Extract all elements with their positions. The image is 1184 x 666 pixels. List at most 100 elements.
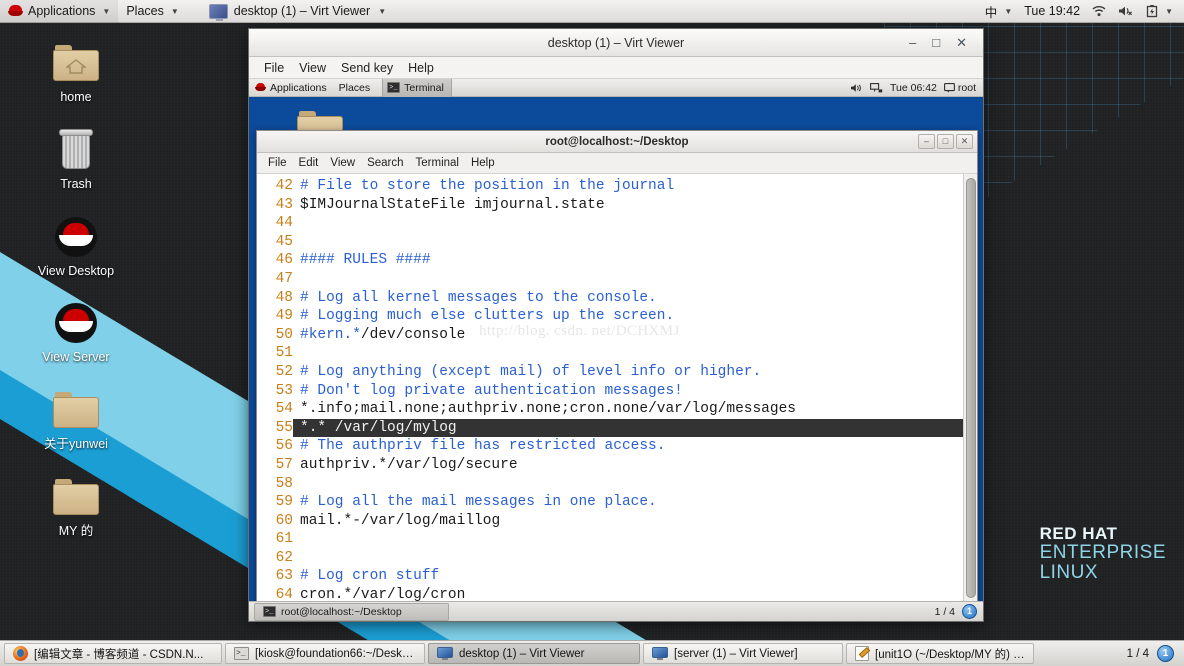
- vim-line-number: 43: [275, 196, 293, 213]
- maximize-button[interactable]: □: [937, 134, 954, 149]
- terminal-window-controls: – □ ✕: [918, 134, 977, 149]
- guest-task-label: Terminal: [404, 81, 444, 94]
- folder-icon: [20, 385, 132, 435]
- guest-clock[interactable]: Tue 06:42: [890, 82, 937, 94]
- home-folder-icon: [20, 38, 132, 88]
- menu-help[interactable]: Help: [401, 59, 441, 77]
- firefox-icon: [13, 646, 28, 661]
- virt-viewer-titlebar[interactable]: desktop (1) – Virt Viewer – □ ✕: [249, 29, 983, 57]
- vim-line-code: [300, 475, 963, 494]
- guest-desktop: root@localhost:~/Desktop – □ ✕ File Edit…: [249, 97, 983, 621]
- desktop-icon-label: Trash: [60, 177, 92, 191]
- vim-line-target: /var/log/cron: [352, 587, 466, 604]
- virt-viewer-window: desktop (1) – Virt Viewer – □ ✕ File Vie…: [248, 28, 984, 622]
- vim-line-number: 44: [275, 215, 293, 232]
- vim-line-code: [300, 233, 963, 252]
- workspace-badge[interactable]: 1: [1157, 645, 1174, 662]
- taskbar-item-firefox[interactable]: [编辑文章 - 博客频道 - CSDN.N...: [4, 643, 222, 664]
- vim-line-code: # The authpriv file has restricted acces…: [300, 438, 666, 455]
- terminal-menu-search[interactable]: Search: [361, 155, 409, 171]
- desktop-icon-my[interactable]: MY 的: [20, 472, 132, 539]
- brand-line-1: RED HAT: [1039, 523, 1118, 543]
- desktop-icon-view-desktop[interactable]: View Desktop: [20, 212, 132, 279]
- terminal-titlebar[interactable]: root@localhost:~/Desktop – □ ✕: [257, 131, 977, 153]
- chevron-down-icon: ▼: [102, 6, 111, 16]
- battery-icon[interactable]: ▼: [1141, 0, 1178, 23]
- vim-line: 43 $IMJournalStateFile imjournal.state: [261, 196, 963, 215]
- desktop-icon-trash[interactable]: Trash: [20, 125, 132, 192]
- vim-editor-buffer[interactable]: http://blog. csdn. net/DCHXMJ 42 # File t…: [257, 174, 963, 604]
- redhat-icon: [20, 212, 132, 262]
- user-chat-icon: [943, 82, 955, 93]
- input-method-indicator[interactable]: 中 ▼: [980, 0, 1017, 23]
- vim-line-code: authpriv.*/var/log/secure: [300, 456, 518, 473]
- desktop-icon-home[interactable]: home: [20, 38, 132, 105]
- terminal-menu-terminal[interactable]: Terminal: [410, 155, 465, 171]
- wifi-icon[interactable]: [1087, 0, 1111, 23]
- places-menu-label: Places: [126, 4, 164, 18]
- clock[interactable]: Tue 19:42: [1019, 0, 1085, 23]
- workspace-label: 1 / 4: [1126, 647, 1149, 660]
- terminal-menu-view[interactable]: View: [324, 155, 361, 171]
- guest-workspace-badge[interactable]: 1: [962, 604, 977, 619]
- close-button[interactable]: ✕: [956, 36, 967, 49]
- terminal-menu-help[interactable]: Help: [465, 155, 501, 171]
- terminal-menu-edit[interactable]: Edit: [293, 155, 325, 171]
- maximize-button[interactable]: □: [932, 36, 940, 49]
- vim-line: 42 # File to store the position in the jo…: [261, 177, 963, 196]
- places-menu[interactable]: Places ▼: [118, 0, 186, 23]
- vim-line: 63 # Log cron stuff: [261, 567, 963, 586]
- desktop-icon-view-server[interactable]: View Server: [20, 298, 132, 365]
- taskbar-item-server-virt-viewer[interactable]: [server (1) – Virt Viewer]: [643, 643, 843, 664]
- desktop-icon-yunwei[interactable]: 关于yunwei: [20, 385, 132, 452]
- guest-taskbar-item-terminal[interactable]: >_ root@localhost:~/Desktop: [254, 602, 449, 621]
- guest-places-menu[interactable]: Places: [333, 79, 377, 97]
- terminal-menu-file[interactable]: File: [262, 155, 293, 171]
- guest-volume-icon[interactable]: [850, 83, 863, 93]
- vim-line-number: 55: [261, 418, 293, 438]
- taskbar-item-desktop-virt-viewer[interactable]: desktop (1) – Virt Viewer: [428, 643, 640, 664]
- desktop-icon-label: MY 的: [58, 524, 94, 538]
- minimize-button[interactable]: –: [909, 36, 916, 49]
- vim-line: 64 cron.*/var/log/cron: [261, 586, 963, 604]
- guest-taskbar-item-label: root@localhost:~/Desktop: [281, 605, 402, 618]
- menu-view[interactable]: View: [292, 59, 333, 77]
- chevron-down-icon: ▼: [378, 6, 387, 16]
- taskbar-item-kiosk-terminal[interactable]: >_ [kiosk@foundation66:~/Desktop]: [225, 643, 425, 664]
- guest-window-task-terminal[interactable]: >_ Terminal: [382, 78, 452, 97]
- menu-file[interactable]: File: [257, 59, 291, 77]
- vim-line-number: 52: [275, 363, 293, 380]
- minimize-button[interactable]: –: [918, 134, 935, 149]
- vim-line-number: 57: [275, 456, 293, 473]
- vim-line-number: 64: [275, 587, 293, 604]
- scrollbar-thumb[interactable]: [966, 178, 976, 598]
- taskbar-item-gedit[interactable]: [unit1O (~/Desktop/MY 的) – ge...: [846, 643, 1034, 664]
- terminal-body[interactable]: http://blog. csdn. net/DCHXMJ 42 # File t…: [257, 174, 977, 604]
- vim-line: 56 # The authpriv file has restricted acc…: [261, 437, 963, 456]
- volume-muted-icon[interactable]: [1113, 0, 1139, 23]
- vim-line-target: /dev/console: [360, 326, 466, 343]
- vim-line-number: 53: [275, 382, 293, 399]
- vim-line: 50 #kern.*/dev/console: [261, 326, 963, 345]
- guest-workspace-label: 1 / 4: [934, 605, 955, 618]
- close-button[interactable]: ✕: [956, 134, 973, 149]
- vim-line-number: 59: [275, 494, 293, 511]
- vim-line: 61: [261, 530, 963, 549]
- guest-network-icon[interactable]: [870, 82, 883, 93]
- vim-line-number: 46: [275, 252, 293, 269]
- applications-menu[interactable]: Applications ▼: [0, 0, 119, 23]
- terminal-scrollbar[interactable]: [963, 174, 977, 604]
- window-menu-virt-viewer[interactable]: desktop (1) – Virt Viewer ▼: [201, 0, 394, 23]
- guest-applications-menu[interactable]: Applications: [249, 79, 333, 97]
- vim-line-number: 48: [275, 289, 293, 306]
- vim-line: 44: [261, 214, 963, 233]
- guest-user-indicator[interactable]: root: [943, 82, 976, 94]
- window-menu-label: desktop (1) – Virt Viewer: [233, 4, 371, 18]
- guest-taskbar-right: 1 / 4 1: [935, 604, 983, 619]
- redhat-logo-icon: [255, 83, 266, 92]
- vim-line-number: 49: [275, 308, 293, 325]
- vim-line: 46 #### RULES ####: [261, 251, 963, 270]
- top-panel-tray: 中 ▼ Tue 19:42 ▼: [980, 0, 1184, 23]
- terminal-window: root@localhost:~/Desktop – □ ✕ File Edit…: [256, 130, 978, 621]
- menu-send-key[interactable]: Send key: [334, 59, 400, 77]
